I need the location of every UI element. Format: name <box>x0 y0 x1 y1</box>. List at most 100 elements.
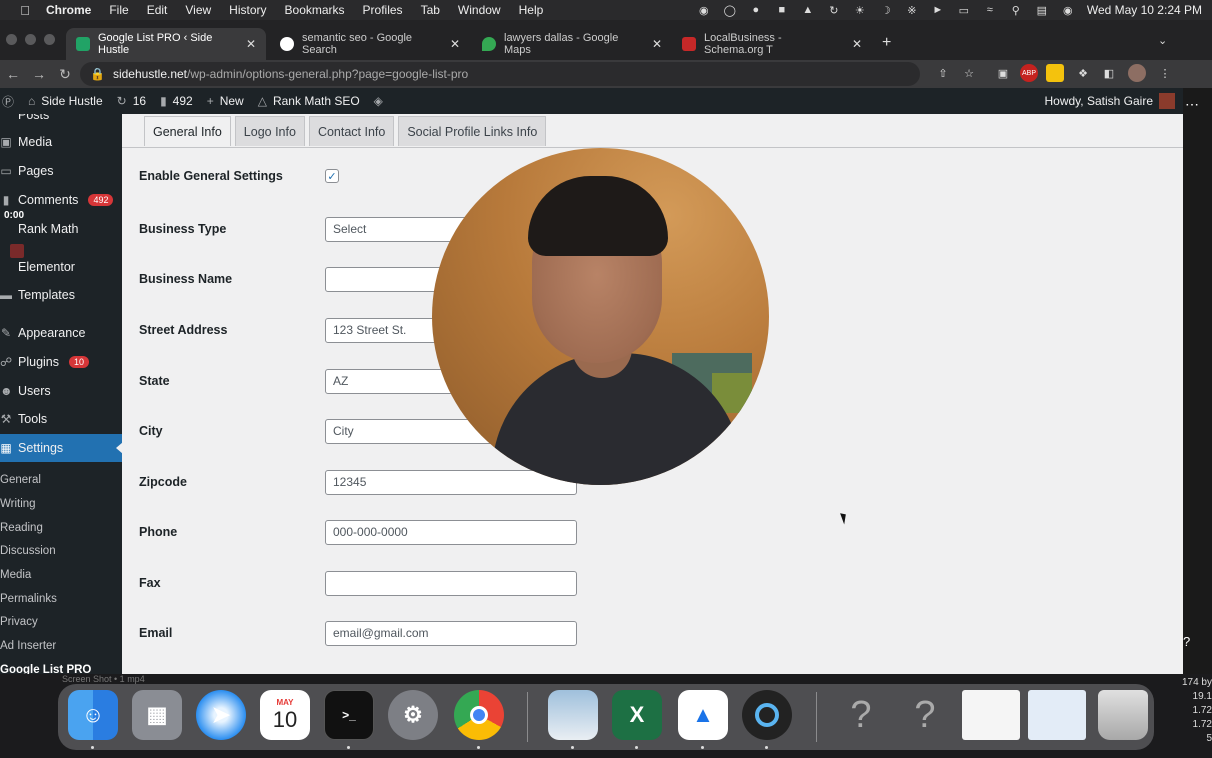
missing-app-question-icon[interactable]: ? <box>900 690 950 740</box>
battery-icon[interactable]: ▭ <box>957 4 971 17</box>
vpn-icon[interactable]: ▲ <box>801 4 815 16</box>
submenu-writing[interactable]: Writing <box>0 498 36 510</box>
sidebar-item-posts[interactable]: Posts <box>0 114 49 128</box>
comments-link[interactable]: ▮ 492 <box>160 94 193 108</box>
siri-icon[interactable]: ◉ <box>1061 4 1075 17</box>
new-tab-plus-icon[interactable]: + <box>882 34 891 52</box>
sidebar-item-pages[interactable]: ▭ Pages <box>0 158 53 184</box>
chrome-menu-icon[interactable]: ⋮ <box>1156 64 1174 82</box>
tab-social-profile-links[interactable]: Social Profile Links Info <box>398 116 547 146</box>
finder-icon[interactable]: ☺ <box>68 690 118 740</box>
submenu-permalinks[interactable]: Permalinks <box>0 593 57 605</box>
shield-icon[interactable]: ◉ <box>697 4 711 17</box>
fax-input[interactable] <box>325 570 577 596</box>
sidebar-item-users[interactable]: ☻ Users <box>0 378 51 404</box>
tab-close-icon[interactable]: ✕ <box>246 37 256 51</box>
sidebar-item-settings[interactable]: ▦ Settings <box>0 435 63 461</box>
howdy-user-menu[interactable]: Howdy, Satish Gaire <box>1045 88 1175 114</box>
network-icon[interactable]: ◯ <box>723 4 737 17</box>
preview-icon[interactable] <box>548 690 598 740</box>
submenu-ad-inserter[interactable]: Ad Inserter <box>0 640 56 652</box>
menu-bookmarks[interactable]: Bookmarks <box>285 3 345 17</box>
bookmark-star-icon[interactable]: ☆ <box>960 64 978 82</box>
search-icon[interactable]: ⚲ <box>1009 4 1023 17</box>
moon-icon[interactable]: ☽ <box>879 4 893 17</box>
sun-icon[interactable]: ☀ <box>853 4 867 17</box>
recording-stop-icon[interactable] <box>10 244 24 258</box>
notes-extension-icon[interactable] <box>1046 64 1064 82</box>
tab-close-icon[interactable]: ✕ <box>450 37 460 51</box>
forward-arrow-icon[interactable]: → <box>26 66 52 82</box>
menu-edit[interactable]: Edit <box>147 3 168 17</box>
menu-profiles[interactable]: Profiles <box>363 3 403 17</box>
control-center-icon[interactable]: ▤ <box>1035 4 1049 17</box>
missing-app-question-icon[interactable]: ? <box>836 690 886 740</box>
browser-tab-google-maps[interactable]: lawyers dallas - Google Maps ✕ <box>472 28 672 60</box>
system-settings-gear-icon[interactable]: ⚙ <box>388 690 438 740</box>
tab-logo-info[interactable]: Logo Info <box>234 116 305 146</box>
submenu-google-list-pro[interactable]: Google List PRO <box>0 664 91 674</box>
close-window-button[interactable] <box>6 34 17 45</box>
menu-app-name[interactable]: Chrome <box>46 3 91 17</box>
rank-math-link[interactable]: △ Rank Math SEO <box>258 94 360 108</box>
tab-close-icon[interactable]: ✕ <box>852 37 862 51</box>
quicktime-icon[interactable] <box>742 690 792 740</box>
zoom-window-button[interactable] <box>44 34 55 45</box>
browser-tab-google-list-pro[interactable]: Google List PRO ‹ Side Hustle ✕ <box>66 28 266 60</box>
minimized-chrome-window[interactable] <box>962 690 1020 740</box>
terminal-icon[interactable]: >_ <box>324 690 374 740</box>
address-bar[interactable]: 🔒 sidehustle.net/wp-admin/options-genera… <box>80 62 920 86</box>
menubar-clock[interactable]: Wed May 10 2:24 PM <box>1087 3 1202 17</box>
wifi-icon[interactable]: ≈ <box>983 4 997 16</box>
profile-avatar[interactable] <box>1128 64 1146 82</box>
keynote-icon[interactable]: ▲ <box>678 690 728 740</box>
browser-tab-schema-org[interactable]: LocalBusiness - Schema.org T ✕ <box>672 28 872 60</box>
bluetooth-icon[interactable]: ※ <box>905 4 919 17</box>
apple-icon[interactable]:  <box>14 3 36 18</box>
tab-general-info[interactable]: General Info <box>144 116 231 146</box>
sidebar-item-tools[interactable]: ⚒ Tools <box>0 406 48 432</box>
phone-input[interactable]: 000-000-0000 <box>325 519 577 545</box>
back-arrow-icon[interactable]: ← <box>0 66 26 82</box>
email-input[interactable]: email@gmail.com <box>325 620 577 646</box>
minimized-chrome-window[interactable] <box>1028 690 1086 740</box>
menu-view[interactable]: View <box>185 3 211 17</box>
tab-contact-info[interactable]: Contact Info <box>308 116 395 146</box>
site-name-link[interactable]: ⌂ Side Hustle <box>28 94 103 108</box>
help-question-icon[interactable]: ? <box>1183 634 1190 649</box>
share-icon[interactable]: ⇧ <box>934 64 952 82</box>
menu-window[interactable]: Window <box>458 3 501 17</box>
menu-tab[interactable]: Tab <box>421 3 440 17</box>
sidebar-item-appearance[interactable]: ✎ Appearance <box>0 320 85 346</box>
chrome-icon[interactable] <box>454 690 504 740</box>
excel-icon[interactable]: X <box>612 690 662 740</box>
launchpad-icon[interactable]: ▦ <box>132 690 182 740</box>
side-panel-icon[interactable]: ◧ <box>1100 64 1118 82</box>
minimize-window-button[interactable] <box>25 34 36 45</box>
tab-search-chevron-icon[interactable]: ⌄ <box>1158 34 1167 47</box>
updates-link[interactable]: ↻ 16 <box>117 94 146 108</box>
reload-icon[interactable]: ↻ <box>52 66 78 83</box>
sync-icon[interactable]: ↻ <box>827 4 841 17</box>
screenshot-extension-icon[interactable]: ▣ <box>994 64 1012 82</box>
submenu-privacy[interactable]: Privacy <box>0 616 38 628</box>
flame-icon[interactable]: ● <box>749 4 763 16</box>
menu-history[interactable]: History <box>229 3 266 17</box>
enable-general-settings-checkbox[interactable]: ✓ <box>325 169 339 183</box>
new-content-link[interactable]: + New <box>207 94 244 108</box>
calendar-icon[interactable]: MAY 10 <box>260 690 310 740</box>
submenu-discussion[interactable]: Discussion <box>0 545 56 557</box>
more-icon[interactable]: ⋯ <box>1185 96 1199 113</box>
browser-tab-semantic-seo[interactable]: semantic seo - Google Search ✕ <box>270 28 470 60</box>
submenu-media[interactable]: Media <box>0 569 31 581</box>
sidebar-item-plugins[interactable]: ☍ Plugins 10 <box>0 349 90 375</box>
extensions-puzzle-icon[interactable]: ❖ <box>1074 64 1092 82</box>
tab-close-icon[interactable]: ✕ <box>652 37 662 51</box>
submenu-general[interactable]: General <box>0 474 41 486</box>
play-icon[interactable]: ► <box>931 4 945 16</box>
diamond-icon[interactable]: ◈ <box>374 94 383 108</box>
menu-file[interactable]: File <box>109 3 128 17</box>
menu-help[interactable]: Help <box>519 3 544 17</box>
submenu-reading[interactable]: Reading <box>0 522 43 534</box>
wordpress-logo-icon[interactable]: Ⓟ <box>2 93 14 110</box>
